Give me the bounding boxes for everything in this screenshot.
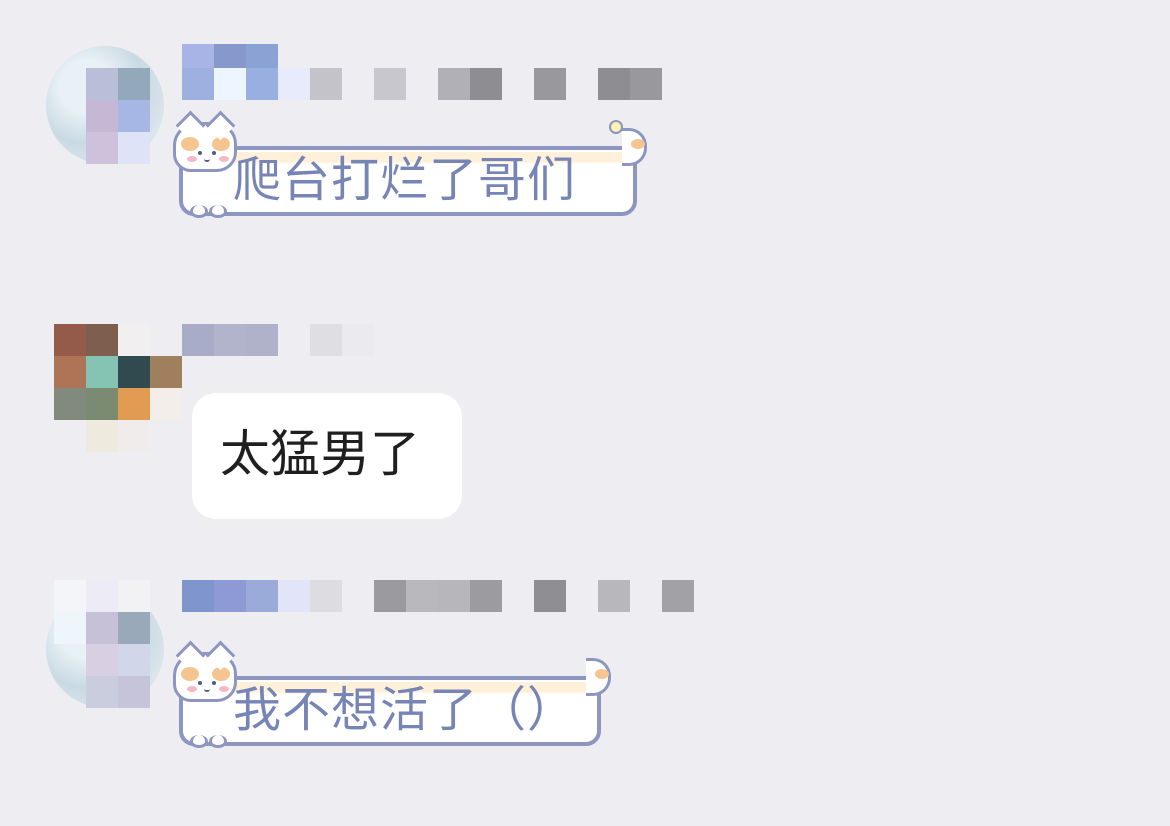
name-pixel: [310, 68, 342, 100]
avatar-pixel: [150, 388, 182, 420]
name-pixel: [246, 324, 278, 356]
text-message-bubble[interactable]: 太猛男了: [192, 393, 462, 519]
sender-name-pixelated: [182, 324, 382, 356]
cat-mouth: [204, 156, 210, 162]
cat-sticker-bubble[interactable]: 爬台打烂了哥们: [173, 120, 647, 232]
name-pixel: [182, 580, 214, 612]
avatar[interactable]: [46, 580, 182, 708]
name-pixel: [246, 68, 278, 100]
avatar-pixel: [54, 356, 86, 388]
name-pixel: [534, 68, 566, 100]
name-pixel: [630, 68, 662, 100]
avatar-pixel: [118, 644, 150, 676]
cat-paw-icon: [190, 205, 208, 218]
sender-name-pixelated: [182, 44, 672, 100]
cat-eye-right: [212, 681, 216, 685]
name-pixel: [310, 580, 342, 612]
name-pixel: [598, 68, 630, 100]
name-pixel: [278, 580, 310, 612]
cat-eye-left: [198, 151, 202, 155]
name-pixel: [470, 68, 502, 100]
avatar-pixel: [86, 676, 118, 708]
avatar-pixel: [118, 100, 150, 132]
name-pixel: [342, 324, 374, 356]
sender-name-pixelated: [182, 580, 742, 612]
avatar-pixel: [118, 580, 150, 612]
avatar-pixel: [86, 580, 118, 612]
name-pixel: [438, 580, 470, 612]
name-pixel: [438, 68, 470, 100]
avatar-pixel: [118, 132, 150, 164]
cat-patch-left: [181, 667, 199, 681]
avatar[interactable]: [46, 36, 182, 164]
chat-message: 爬台打烂了哥们: [0, 0, 1170, 270]
message-text: 爬台打烂了哥们: [233, 152, 577, 208]
chat-message: 我不想活了（）: [0, 565, 1170, 805]
name-pixel: [278, 68, 310, 100]
avatar-pixel: [86, 388, 118, 420]
name-pixel: [182, 324, 214, 356]
avatar-pixel: [86, 612, 118, 644]
cat-paw-icon: [209, 735, 227, 748]
cat-icon: [173, 122, 237, 172]
avatar-pixel: [86, 324, 118, 356]
avatar-pixel: [54, 612, 86, 644]
name-pixel: [182, 68, 214, 100]
name-pixel: [214, 580, 246, 612]
name-pixel: [374, 580, 406, 612]
cat-cheek-left: [187, 686, 197, 692]
avatar-pixel: [118, 388, 150, 420]
cat-patch-left: [181, 137, 199, 151]
cat-cheek-right: [219, 686, 229, 692]
avatar-pixel: [86, 420, 118, 452]
cat-eye-left: [198, 681, 202, 685]
name-pixel: [214, 324, 246, 356]
avatar-pixel: [118, 420, 150, 452]
cat-paw-icon: [190, 735, 208, 748]
name-pixel: [598, 580, 630, 612]
name-pixel: [534, 580, 566, 612]
avatar[interactable]: [54, 324, 182, 452]
avatar-pixel: [118, 68, 150, 100]
avatar-pixel: [54, 388, 86, 420]
cat-eye-right: [212, 151, 216, 155]
avatar-pixel: [118, 676, 150, 708]
avatar-pixel: [54, 580, 86, 612]
cat-patch-right: [212, 137, 230, 151]
cat-icon: [173, 652, 237, 702]
avatar-pixel: [86, 100, 118, 132]
avatar-pixel: [150, 356, 182, 388]
message-text: 太猛男了: [220, 425, 420, 483]
name-pixel: [470, 580, 502, 612]
chat-message: 太猛男了: [0, 300, 1170, 540]
name-pixel: [406, 580, 438, 612]
name-pixel: [246, 580, 278, 612]
cat-tail-icon: [622, 128, 647, 166]
name-pixel: [310, 324, 342, 356]
name-pixel: [662, 580, 694, 612]
cat-patch-right: [212, 667, 230, 681]
cat-cheek-left: [187, 156, 197, 162]
cat-cheek-right: [219, 156, 229, 162]
cat-paw-icon: [209, 205, 227, 218]
name-pixel: [214, 68, 246, 100]
avatar-pixel: [86, 356, 118, 388]
bell-icon: [609, 120, 623, 134]
avatar-pixel: [86, 644, 118, 676]
avatar-pixel: [118, 356, 150, 388]
cat-mouth: [204, 686, 210, 692]
cat-tail-icon: [586, 658, 611, 696]
message-text: 我不想活了（）: [233, 682, 577, 738]
cat-sticker-bubble[interactable]: 我不想活了（）: [173, 652, 611, 762]
avatar-pixel: [118, 612, 150, 644]
avatar-pixel: [118, 324, 150, 356]
avatar-pixel: [86, 132, 118, 164]
name-pixel: [374, 68, 406, 100]
avatar-pixel: [86, 68, 118, 100]
avatar-pixel: [54, 324, 86, 356]
chat-thread: 爬台打烂了哥们 太猛男了 我不想活了（）: [0, 0, 1170, 826]
